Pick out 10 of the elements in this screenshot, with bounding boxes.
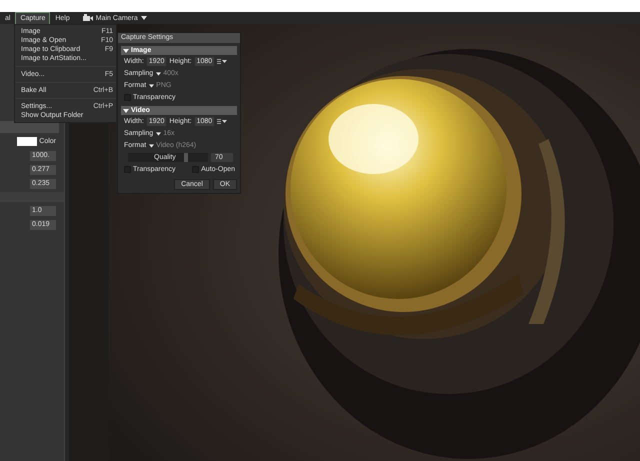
caret-icon bbox=[149, 144, 154, 148]
caret-icon bbox=[156, 72, 162, 76]
caret-icon bbox=[149, 84, 154, 88]
preset-icon[interactable] bbox=[217, 59, 228, 64]
slider-thumb[interactable] bbox=[184, 153, 188, 162]
caret-icon bbox=[140, 16, 147, 20]
preset-icon[interactable] bbox=[217, 119, 228, 124]
color-swatch[interactable] bbox=[17, 137, 38, 146]
caret-icon bbox=[156, 132, 162, 136]
camera-icon bbox=[82, 14, 93, 22]
